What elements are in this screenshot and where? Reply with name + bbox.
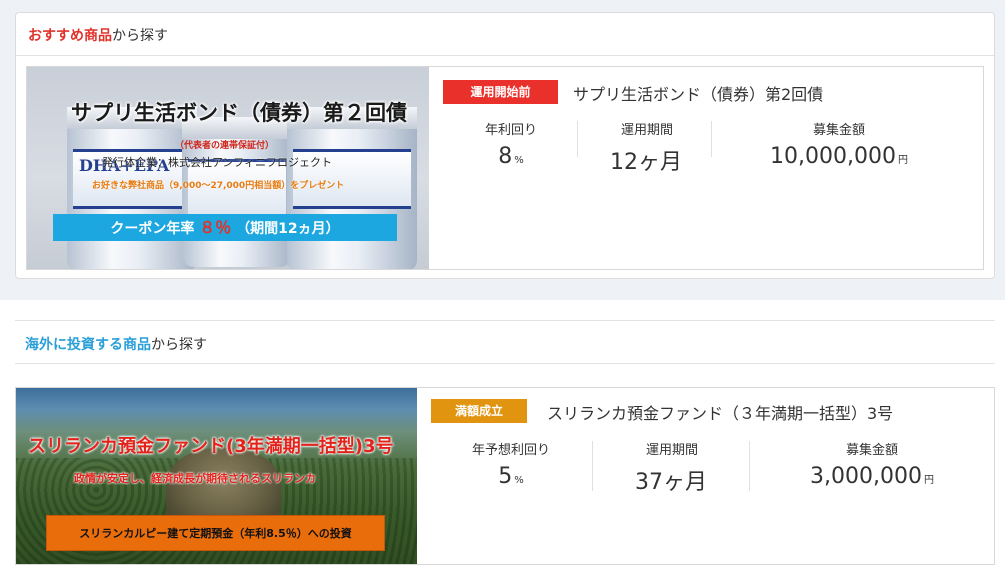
banner-invest-box: スリランカルピー建て定期預金（年利8.5％）への投資 xyxy=(46,515,385,551)
stat-term: 運用期間 12ヶ月 xyxy=(597,119,697,176)
product-title-link[interactable]: スリランカ預金ファンド（３年満期一括型）3号 xyxy=(547,400,893,424)
stat-unit: 円 xyxy=(897,155,908,166)
product-card-supplement-bond[interactable]: DHA+EPA サプリ生活ボンド（債券）第２回債 （代表者の連帯保証付） 発行体… xyxy=(26,66,984,270)
banner-gift: お好きな弊社商品（9,000～27,000円相当額）をプレゼント xyxy=(92,181,345,191)
banner-issuer: 発行体企業：株式会社アンフィニフロジェクト xyxy=(102,156,333,169)
stat-label: 募集金額 xyxy=(845,443,898,458)
coupon-banner: クーポン年率 ８％ （期間12ヵ月） xyxy=(53,214,397,241)
stat-value: 12ヶ月 xyxy=(610,150,682,175)
product-info: 満額成立 スリランカ預金ファンド（３年満期一括型）3号 年予想利回り 5% 運用… xyxy=(417,388,994,564)
recommended-heading-highlight: おすすめ商品 xyxy=(28,28,112,44)
recommended-header: おすすめ商品から探す xyxy=(16,13,994,56)
coupon-rate: ８％ xyxy=(199,218,232,237)
overseas-section: 海外に投資する商品から探す スリランカ預金ファンド(3年満期一括型)3号 政情が… xyxy=(0,300,1005,574)
overseas-heading: 海外に投資する商品から探す xyxy=(25,334,207,354)
stat-value: 5 xyxy=(498,464,513,489)
stat-term: 運用期間 37ヶ月 xyxy=(622,439,722,496)
status-badge: 運用開始前 xyxy=(443,80,558,104)
recommended-heading-suffix: から探す xyxy=(112,28,168,44)
stat-label: 年利回り xyxy=(484,123,537,138)
product-title-link[interactable]: サプリ生活ボンド（債券）第2回債 xyxy=(573,81,823,105)
stat-unit: % xyxy=(514,475,524,486)
overseas-heading-suffix: から探す xyxy=(151,337,207,353)
product-card-srilanka-fund[interactable]: スリランカ預金ファンド(3年満期一括型)3号 政情が安定し、経済成長が期待される… xyxy=(15,387,995,565)
divider xyxy=(711,121,712,157)
stat-label: 年予想利回り xyxy=(471,443,550,458)
stat-value: 10,000,000 xyxy=(770,144,896,169)
banner-title: スリランカ預金ファンド(3年満期一括型)3号 xyxy=(28,436,394,457)
coupon-label: クーポン年率 xyxy=(110,221,195,237)
recommended-section: おすすめ商品から探す DHA+EPA サプリ生活ボンド（債券）第２回債 （代表者… xyxy=(15,12,995,279)
divider xyxy=(577,121,578,157)
stat-amount: 募集金額 10,000,000 円 xyxy=(759,119,919,169)
banner-guarantee: （代表者の連帯保証付） xyxy=(175,141,275,151)
overseas-header: 海外に投資する商品から探す xyxy=(15,320,995,364)
stat-unit: 円 xyxy=(923,475,934,486)
divider xyxy=(592,441,593,491)
banner-subtitle: 政情が安定し、経済成長が期待されるスリランカ xyxy=(74,472,316,485)
stat-yield: 年予想利回り 5% xyxy=(461,439,561,489)
banner-title: サプリ生活ボンド（債券）第２回債 xyxy=(71,101,407,125)
supplement-bond-banner[interactable]: DHA+EPA サプリ生活ボンド（債券）第２回債 （代表者の連帯保証付） 発行体… xyxy=(27,67,429,269)
recommended-heading: おすすめ商品から探す xyxy=(28,25,168,45)
stat-yield: 年利回り 8% xyxy=(471,119,551,169)
coupon-term: （期間12ヵ月） xyxy=(236,221,340,237)
stat-label: 運用期間 xyxy=(620,123,673,138)
srilanka-fund-banner[interactable]: スリランカ預金ファンド(3年満期一括型)3号 政情が安定し、経済成長が期待される… xyxy=(16,388,417,564)
overseas-heading-highlight: 海外に投資する商品 xyxy=(25,337,151,353)
status-badge: 満額成立 xyxy=(431,399,527,423)
stat-amount: 募集金額 3,000,000 円 xyxy=(787,439,957,489)
stat-value: 3,000,000 xyxy=(810,464,922,489)
stat-label: 募集金額 xyxy=(812,123,865,138)
product-info: 運用開始前 サプリ生活ボンド（債券）第2回債 年利回り 8% 運用期間 12ヶ月… xyxy=(429,67,984,269)
stat-value: 37ヶ月 xyxy=(635,470,707,495)
stat-label: 運用期間 xyxy=(645,443,698,458)
stat-unit: % xyxy=(514,155,524,166)
stat-value: 8 xyxy=(498,144,513,169)
divider xyxy=(749,441,750,491)
